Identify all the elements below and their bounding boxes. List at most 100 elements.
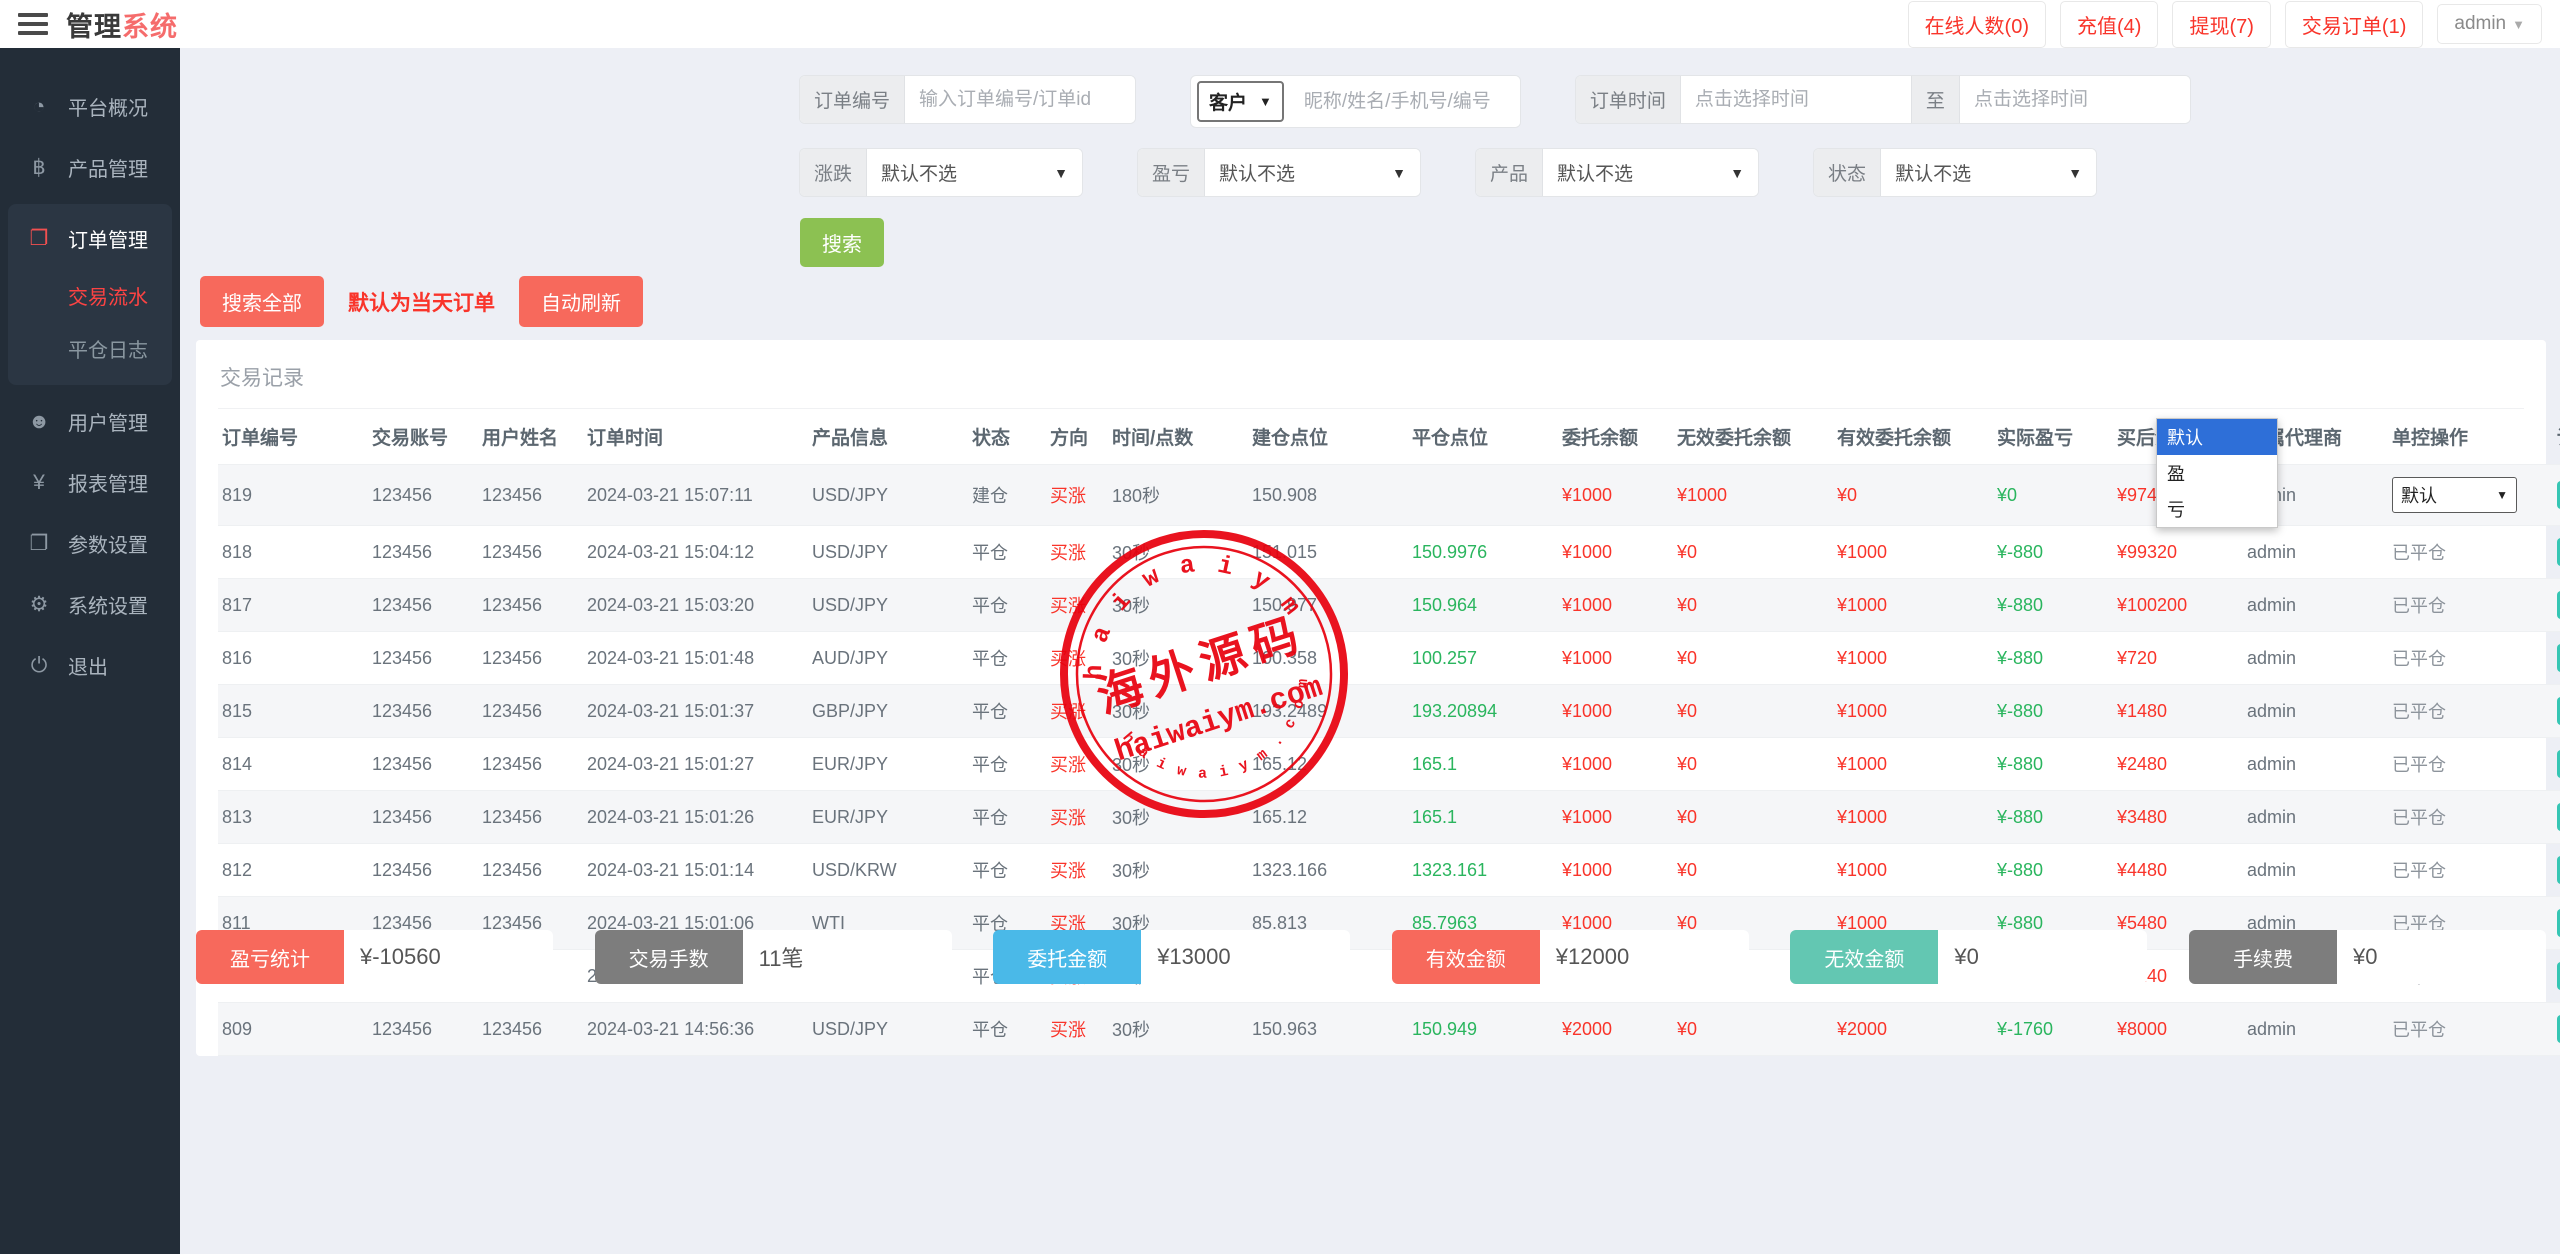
cell-invalid: ¥1000 (1673, 465, 1833, 526)
time-from-input[interactable] (1681, 76, 1911, 123)
column-header-用户姓名: 用户姓名 (478, 409, 583, 465)
customer-type-select[interactable]: 客户▼ (1197, 81, 1284, 122)
search-button[interactable]: 搜索 (800, 218, 884, 267)
cell-entrust: ¥1000 (1558, 685, 1673, 738)
user-menu[interactable]: admin▼ (2437, 4, 2542, 44)
cell-status: 平仓 (968, 579, 1046, 632)
customer-type-value: 客户 (1209, 88, 1247, 115)
actions-row: 搜索全部 默认为当天订单 自动刷新 (200, 276, 643, 327)
top-link-3[interactable]: 交易订单(1) (2285, 1, 2423, 48)
summary-手续费: 手续费¥0 (2189, 930, 2546, 984)
cell-product: USD/JPY (808, 526, 968, 579)
dropdown-option-盈[interactable]: 盈 (2157, 455, 2277, 491)
sidebar-item-label: 平台概况 (68, 92, 148, 121)
status-select[interactable]: 默认不选▼ (1881, 149, 2096, 196)
updown-select[interactable]: 默认不选▼ (867, 149, 1082, 196)
column-header-委托余额: 委托余额 (1558, 409, 1673, 465)
cell-agent: admin (2243, 579, 2388, 632)
table-row: 8121234561234562024-03-21 15:01:14USD/KR… (218, 844, 2560, 897)
search-all-button[interactable]: 搜索全部 (200, 276, 324, 327)
summary-盈亏统计: 盈亏统计¥-10560 (196, 930, 553, 984)
cell-profit: ¥-880 (1993, 526, 2113, 579)
cell-profit: ¥-1760 (1993, 1003, 2113, 1056)
order-no-input[interactable] (905, 76, 1135, 123)
cell-status: 平仓 (968, 526, 1046, 579)
profit-select[interactable]: 默认不选▼ (1205, 149, 1420, 196)
top-link-1[interactable]: 充值(4) (2060, 1, 2158, 48)
main-content: 订单编号 客户▼ 订单时间 至 涨跌 (180, 48, 2560, 1254)
cell-id: 809 (218, 1003, 368, 1056)
top-link-0[interactable]: 在线人数(0) (1908, 1, 2046, 48)
cell-direction: 买涨 (1046, 844, 1108, 897)
control-dropdown-list: 默认盈亏 (2156, 418, 2278, 528)
table-row: 8131234561234562024-03-21 15:01:26EUR/JP… (218, 791, 2560, 844)
cell-entrust: ¥1000 (1558, 579, 1673, 632)
cell-detail: ▤ (2553, 950, 2560, 1003)
auto-refresh-button[interactable]: 自动刷新 (519, 276, 643, 327)
column-header-无效委托余额: 无效委托余额 (1673, 409, 1833, 465)
summary-有效金额: 有效金额¥12000 (1392, 930, 1749, 984)
cell-entrust: ¥1000 (1558, 526, 1673, 579)
cell-agent: admin (2243, 844, 2388, 897)
product-select[interactable]: 默认不选▼ (1543, 149, 1758, 196)
cell-open: 150.908 (1248, 465, 1408, 526)
summary-label: 委托金额 (993, 930, 1141, 984)
dropdown-option-亏[interactable]: 亏 (2157, 491, 2277, 527)
sidebar-item-平台概况[interactable]: ◔平台概况 (0, 76, 180, 137)
cell-detail: ▤ (2553, 791, 2560, 844)
updown-label: 涨跌 (800, 149, 867, 196)
cell-valid: ¥1000 (1833, 685, 1993, 738)
table-row: 8161234561234562024-03-21 15:01:48AUD/JP… (218, 632, 2560, 685)
sidebar-subitem-交易流水[interactable]: 交易流水 (8, 269, 172, 322)
sidebar-item-退出[interactable]: ⏻退出 (0, 635, 180, 696)
time-to-input[interactable] (1960, 76, 2190, 123)
cell-product: USD/KRW (808, 844, 968, 897)
top-link-2[interactable]: 提现(7) (2172, 1, 2270, 48)
cell-account: 123456 (368, 685, 478, 738)
cell-detail: ▤ (2553, 1003, 2560, 1056)
chevron-down-icon: ▼ (1730, 165, 1744, 181)
sidebar-item-label: 订单管理 (68, 224, 148, 253)
cell-account: 123456 (368, 632, 478, 685)
hamburger-menu-icon[interactable] (18, 8, 48, 40)
column-header-建仓点位: 建仓点位 (1248, 409, 1408, 465)
cell-detail: ▤ (2553, 685, 2560, 738)
cell-open: 1323.166 (1248, 844, 1408, 897)
cell-status: 平仓 (968, 844, 1046, 897)
summary-value: ¥-10560 (344, 930, 553, 984)
cell-duration: 30秒 (1108, 738, 1248, 791)
sidebar-item-产品管理[interactable]: ฿产品管理 (0, 137, 180, 198)
cell-detail: ▤ (2553, 526, 2560, 579)
cell-name: 123456 (478, 738, 583, 791)
cell-invalid: ¥0 (1673, 844, 1833, 897)
summary-label: 有效金额 (1392, 930, 1540, 984)
cell-product: GBP/JPY (808, 685, 968, 738)
sidebar-item-报表管理[interactable]: ¥报表管理 (0, 452, 180, 513)
filter-order-time: 订单时间 至 (1576, 76, 2190, 123)
cell-product: EUR/JPY (808, 791, 968, 844)
chevron-down-icon: ▼ (2512, 17, 2525, 32)
sidebar-subitem-平仓日志[interactable]: 平仓日志 (8, 322, 172, 375)
cell-close (1408, 465, 1558, 526)
cell-time: 2024-03-21 15:01:37 (583, 685, 808, 738)
sidebar-item-订单管理[interactable]: ❐订单管理 (8, 208, 172, 269)
cell-name: 123456 (478, 465, 583, 526)
cell-valid: ¥1000 (1833, 738, 1993, 791)
cell-profit: ¥-880 (1993, 685, 2113, 738)
control-select[interactable]: 默认▼ (2392, 477, 2517, 513)
sidebar-item-参数设置[interactable]: ❐参数设置 (0, 513, 180, 574)
cell-control: 默认▼ (2388, 465, 2553, 526)
cell-time: 2024-03-21 15:01:48 (583, 632, 808, 685)
cell-invalid: ¥0 (1673, 632, 1833, 685)
cell-valid: ¥1000 (1833, 844, 1993, 897)
cell-valid: ¥1000 (1833, 579, 1993, 632)
cell-close: 193.20894 (1408, 685, 1558, 738)
sidebar-item-label: 报表管理 (68, 468, 148, 497)
sidebar-item-label: 参数设置 (68, 529, 148, 558)
dropdown-option-默认[interactable]: 默认 (2157, 419, 2277, 455)
sidebar-item-系统设置[interactable]: ⚙系统设置 (0, 574, 180, 635)
customer-input[interactable] (1290, 76, 1520, 127)
table-row: 8141234561234562024-03-21 15:01:27EUR/JP… (218, 738, 2560, 791)
sidebar-item-用户管理[interactable]: ☻用户管理 (0, 391, 180, 452)
card-title: 交易记录 (218, 358, 2524, 409)
